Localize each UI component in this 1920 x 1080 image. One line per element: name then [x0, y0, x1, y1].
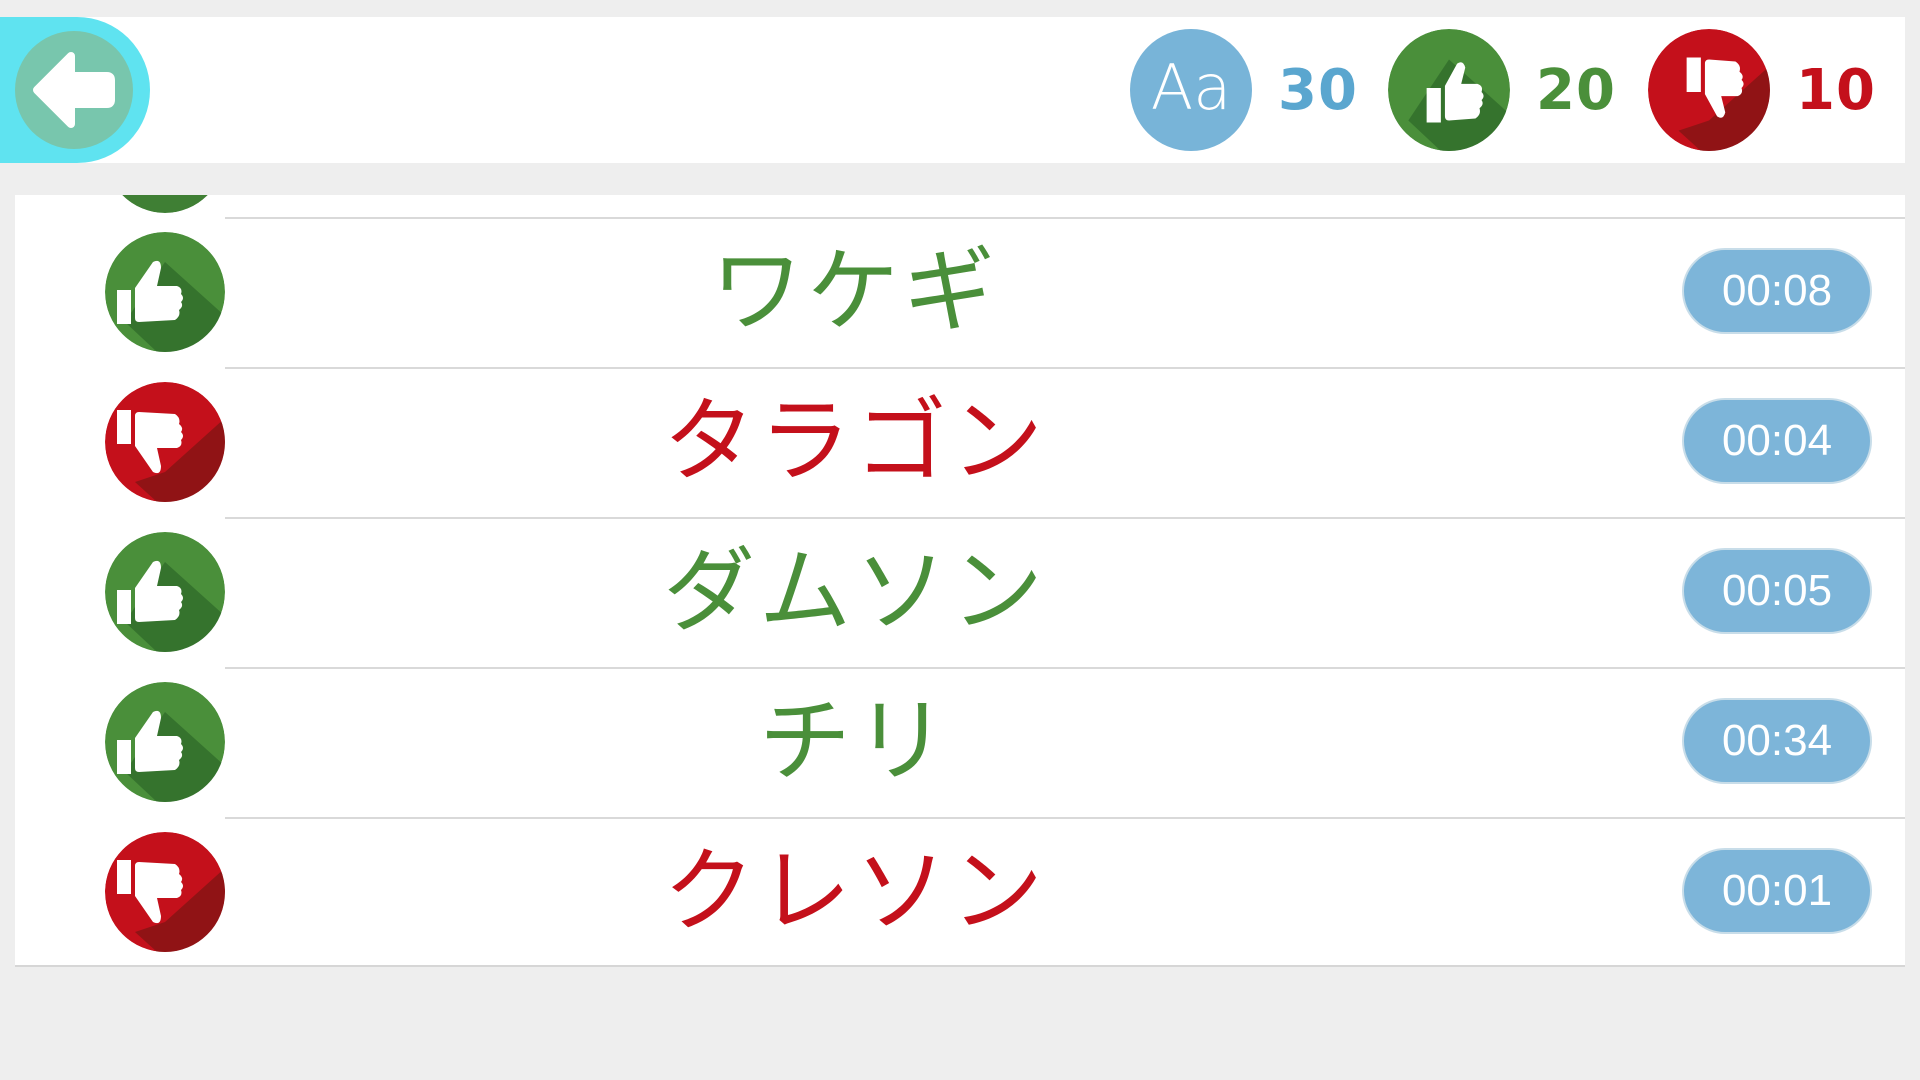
- word-label: チリ: [758, 688, 951, 795]
- thumbs-down-icon: [1648, 29, 1770, 151]
- stat-total: Aa 30: [1130, 29, 1358, 151]
- results-list[interactable]: ワケギ 00:08 タラゴン 00:04 ダムソン 00:05 チリ 00:34…: [15, 195, 1905, 967]
- font-aa-icon-label: Aa: [1150, 51, 1232, 124]
- stat-wrong: 10: [1648, 29, 1876, 151]
- word-label: ダムソン: [662, 538, 1047, 645]
- stat-correct: 20: [1388, 29, 1616, 151]
- thumbs-up-icon: [105, 232, 225, 352]
- time-badge: 00:04: [1682, 398, 1872, 484]
- time-badge: 00:34: [1682, 698, 1872, 784]
- result-row: ワケギ 00:08: [15, 217, 1905, 367]
- results-screen: Aa 30 20 10 ワケギ 00:08 タラゴン 00:04 ダムソン 00…: [0, 0, 1920, 1080]
- time-badge: 00:05: [1682, 548, 1872, 634]
- thumbs-down-icon: [105, 382, 225, 502]
- font-aa-icon: Aa: [1130, 29, 1252, 151]
- back-button[interactable]: [0, 17, 150, 163]
- word-label: タラゴン: [662, 388, 1047, 495]
- word-label: クレソン: [662, 838, 1047, 945]
- thumbs-up-icon: [105, 532, 225, 652]
- time-badge: 00:08: [1682, 248, 1872, 334]
- thumbs-up-icon: [105, 195, 225, 213]
- result-row: クレソン 00:01: [15, 817, 1905, 965]
- result-row: チリ 00:34: [15, 667, 1905, 817]
- word-label: ワケギ: [710, 238, 999, 345]
- total-count: 30: [1278, 57, 1358, 123]
- header-bar: Aa 30 20 10: [0, 17, 1905, 163]
- thumbs-down-icon: [105, 832, 225, 952]
- back-arrow-icon: [15, 31, 133, 149]
- thumbs-up-icon: [1388, 29, 1510, 151]
- time-badge: 00:01: [1682, 848, 1872, 934]
- wrong-count: 10: [1796, 57, 1876, 123]
- thumbs-up-icon: [105, 682, 225, 802]
- result-row: タラゴン 00:04: [15, 367, 1905, 517]
- correct-count: 20: [1536, 57, 1616, 123]
- result-row: ダムソン 00:05: [15, 517, 1905, 667]
